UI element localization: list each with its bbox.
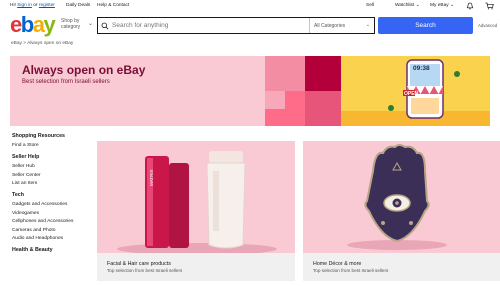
sidebar-section: Shopping Resources Find a Store <box>12 133 92 148</box>
hair-products-image <box>97 141 295 253</box>
decorative-block <box>305 56 341 91</box>
watchlist-menu[interactable]: Watchlist ⌄ <box>395 3 420 8</box>
logo-letter-a: a <box>32 12 45 37</box>
sidebar-item-cellphones[interactable]: Cellphones and Accessories <box>12 219 92 224</box>
phone-clock: 09:38 <box>413 65 430 72</box>
my-ebay-label: My eBay <box>430 3 449 8</box>
greeting-text: Hi! <box>10 3 16 8</box>
chevron-down-icon: ⌄ <box>88 21 94 27</box>
sidebar-heading: Tech <box>12 192 24 198</box>
daily-deals-link[interactable]: Daily Deals <box>66 3 90 8</box>
chevron-down-icon: ⌄ <box>415 3 420 8</box>
category-select[interactable]: All Categories ⌄ <box>309 18 374 33</box>
sell-link[interactable]: Sell <box>366 3 374 8</box>
breadcrumb-home[interactable]: eBay <box>11 41 22 46</box>
hamsa-image <box>303 141 500 253</box>
search-input[interactable]: Search for anything <box>112 18 309 33</box>
cart-icon[interactable] <box>485 2 494 10</box>
sidebar-item-find-store[interactable]: Find a Store <box>12 143 92 148</box>
breadcrumb-current: Always open on eBay <box>27 41 74 46</box>
help-contact-link[interactable]: Help & Contact <box>97 3 129 8</box>
my-ebay-menu[interactable]: My eBay ⌄ <box>430 3 454 8</box>
sidebar-item-list-item[interactable]: List an Item <box>12 181 92 186</box>
hero-banner: Always open on eBay Best selection from … <box>10 56 490 126</box>
category-card-home-decor[interactable]: Home Décor & more Top selection from bes… <box>303 141 500 281</box>
decorative-block <box>265 91 285 109</box>
breadcrumb-separator: > <box>23 41 27 46</box>
banner-title: Always open on eBay <box>22 63 146 77</box>
product-label: MATRIX <box>149 169 154 186</box>
shop-by-category-button[interactable]: Shop by category ⌄ <box>61 18 94 30</box>
card-subtitle: Top selection from best Israeli sellers <box>107 268 183 273</box>
sidebar: Shopping Resources Find a Store Seller H… <box>12 133 92 257</box>
sidebar-item-seller-hub[interactable]: Seller Hub <box>12 164 92 169</box>
sidebar-heading: Health & Beauty <box>12 247 53 253</box>
logo-letter-b: b <box>20 12 34 37</box>
logo-letter-e: e <box>10 12 22 37</box>
sidebar-item-seller-center[interactable]: Seller Center <box>12 173 92 178</box>
card-subtitle: Top selection from best Israeli sellers <box>313 268 389 273</box>
greeting: Hi! Sign in or register <box>10 3 55 8</box>
sidebar-item-cameras[interactable]: Cameras and Photo <box>12 228 92 233</box>
top-bar: Hi! Sign in or register Daily Deals Help… <box>0 0 500 12</box>
chevron-down-icon: ⌄ <box>365 22 370 28</box>
sidebar-heading: Shopping Resources <box>12 133 65 139</box>
or-text: or <box>33 3 38 8</box>
sidebar-item-gadgets[interactable]: Gadgets and Accessories <box>12 202 92 207</box>
register-link[interactable]: register <box>39 3 55 8</box>
search-button[interactable]: Search <box>378 17 473 34</box>
category-card-facial-hair[interactable]: MATRIX Facial & Hair care products Top s… <box>97 141 295 281</box>
phone-shop-illustration: 09:38 OPEN <box>341 56 490 126</box>
sidebar-heading: Seller Help <box>12 154 40 160</box>
decorative-block <box>265 56 305 91</box>
advanced-search-link[interactable]: Advanced <box>478 23 497 28</box>
banner-subtitle: Best selection from Israeli sellers <box>22 79 110 85</box>
watchlist-label: Watchlist <box>395 3 415 8</box>
card-title: Home Décor & more <box>313 261 362 267</box>
card-title: Facial & Hair care products <box>107 261 171 267</box>
search-icon <box>98 18 112 33</box>
search-bar: Search for anything All Categories ⌄ <box>97 17 375 34</box>
decorative-block <box>305 91 341 126</box>
sidebar-section: Seller Help Seller Hub Seller Center Lis… <box>12 154 92 186</box>
ebay-logo[interactable]: ebay <box>10 12 56 37</box>
sidebar-item-audio[interactable]: Audio and Headphones <box>12 236 92 241</box>
card-image <box>303 141 500 253</box>
breadcrumb: eBay > Always open on eBay <box>11 41 73 46</box>
logo-letter-y: y <box>43 12 55 37</box>
sidebar-section: Tech Gadgets and Accessories Videogames … <box>12 192 92 241</box>
card-image: MATRIX <box>97 141 295 253</box>
sidebar-item-videogames[interactable]: Videogames <box>12 211 92 216</box>
open-sign: OPEN <box>404 90 419 97</box>
sign-in-link[interactable]: Sign in <box>17 3 32 8</box>
sidebar-section: Health & Beauty <box>12 247 92 253</box>
category-select-value: All Categories <box>314 22 346 29</box>
shop-by-category-label: Shop by category <box>61 18 81 30</box>
notification-bell-icon[interactable] <box>466 2 474 10</box>
chevron-down-icon: ⌄ <box>450 3 455 8</box>
